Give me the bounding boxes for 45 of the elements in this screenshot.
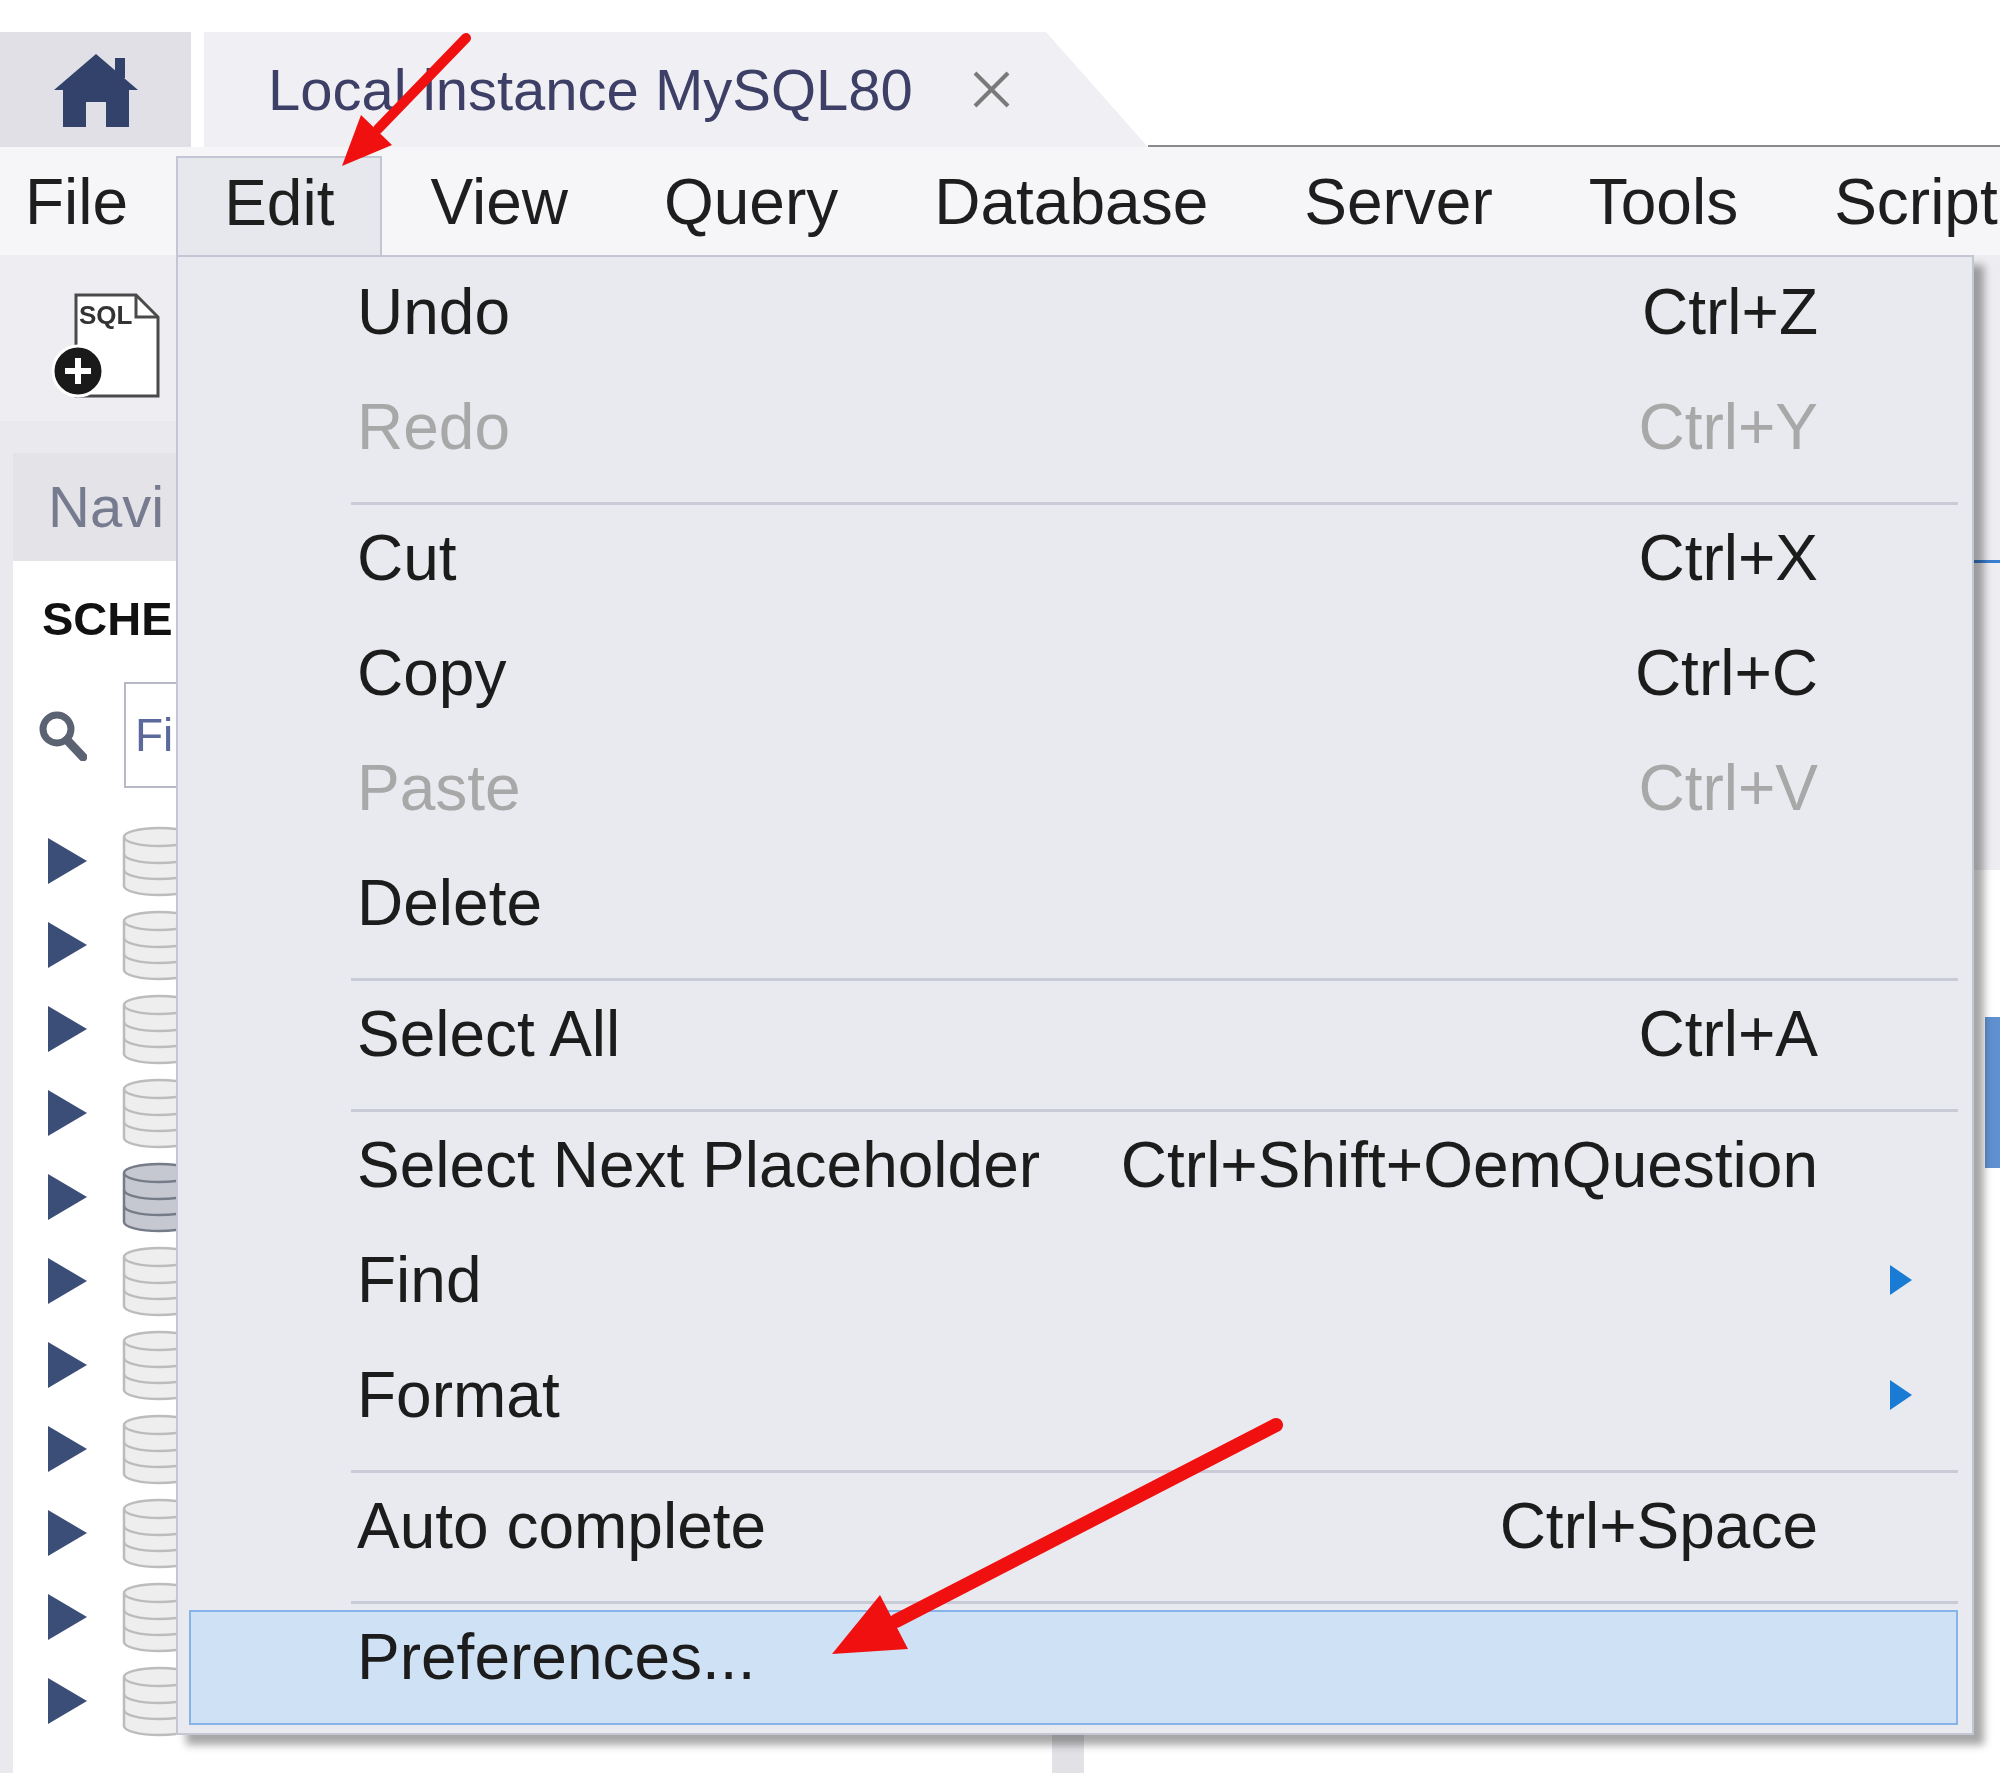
expand-triangle-icon[interactable] <box>48 1090 87 1136</box>
menu-bar-item[interactable]: Database <box>886 156 1257 255</box>
shortcut-text: Ctrl+A <box>1638 997 1818 1070</box>
menu-bar-item[interactable]: Edit <box>176 156 383 255</box>
shortcut-text: Ctrl+Shift+OemQuestion <box>1120 1128 1818 1201</box>
shortcut-text: Ctrl+C <box>1634 636 1818 709</box>
new-sql-tab-button[interactable]: SQL <box>51 293 160 398</box>
shortcut-text: Ctrl+Z <box>1642 275 1818 348</box>
menu-item[interactable]: Select All Ctrl+A <box>189 987 1958 1102</box>
menu-item[interactable]: Delete <box>189 856 1958 971</box>
home-tab[interactable] <box>0 32 191 147</box>
menu-item[interactable]: Auto complete Ctrl+Space <box>189 1479 1958 1594</box>
menu-item[interactable]: Copy Ctrl+C <box>189 626 1958 741</box>
shortcut-text: Ctrl+X <box>1638 521 1818 594</box>
menu-bar-item[interactable]: Server <box>1256 156 1541 255</box>
filter-field[interactable]: Fi <box>124 682 176 788</box>
menu-bar-item[interactable]: File <box>0 156 177 255</box>
menu-item[interactable]: Format <box>189 1348 1958 1463</box>
expand-triangle-icon[interactable] <box>48 922 87 968</box>
expand-triangle-icon[interactable] <box>48 1426 87 1472</box>
search-icon <box>38 709 87 761</box>
shortcut-text: Ctrl+Y <box>1638 390 1818 463</box>
menu-bar-item[interactable]: View <box>382 156 616 255</box>
shortcut-text: Ctrl+Space <box>1499 1489 1818 1562</box>
menu-item[interactable]: Preferences... <box>189 1610 1958 1725</box>
expand-triangle-icon[interactable] <box>48 1678 87 1724</box>
menu-item[interactable]: Undo Ctrl+Z <box>189 265 1958 380</box>
connection-tab[interactable]: Local instance MySQL80 <box>204 32 1148 147</box>
scrollbar-thumb[interactable] <box>1985 1017 2000 1168</box>
expand-triangle-icon[interactable] <box>48 1594 87 1640</box>
menu-bar-item[interactable]: Tools <box>1540 156 1787 255</box>
shortcut-text: Ctrl+V <box>1638 751 1818 824</box>
section-title: SCHE <box>42 592 173 646</box>
expand-triangle-icon[interactable] <box>48 838 87 884</box>
home-icon <box>52 51 139 128</box>
expand-triangle-icon[interactable] <box>48 1510 87 1556</box>
expand-triangle-icon[interactable] <box>48 1258 87 1304</box>
menu-item[interactable]: Select Next Placeholder Ctrl+Shift+OemQuestion <box>189 1118 1958 1233</box>
expand-triangle-icon[interactable] <box>48 1342 87 1388</box>
document-plus-icon <box>51 293 160 398</box>
expand-triangle-icon[interactable] <box>48 1006 87 1052</box>
menu-bar-item[interactable]: Script <box>1786 156 2000 255</box>
menu-item[interactable]: Find <box>189 1233 1958 1348</box>
menu-bar-item[interactable]: Query <box>615 156 887 255</box>
expand-triangle-icon[interactable] <box>48 1174 87 1220</box>
